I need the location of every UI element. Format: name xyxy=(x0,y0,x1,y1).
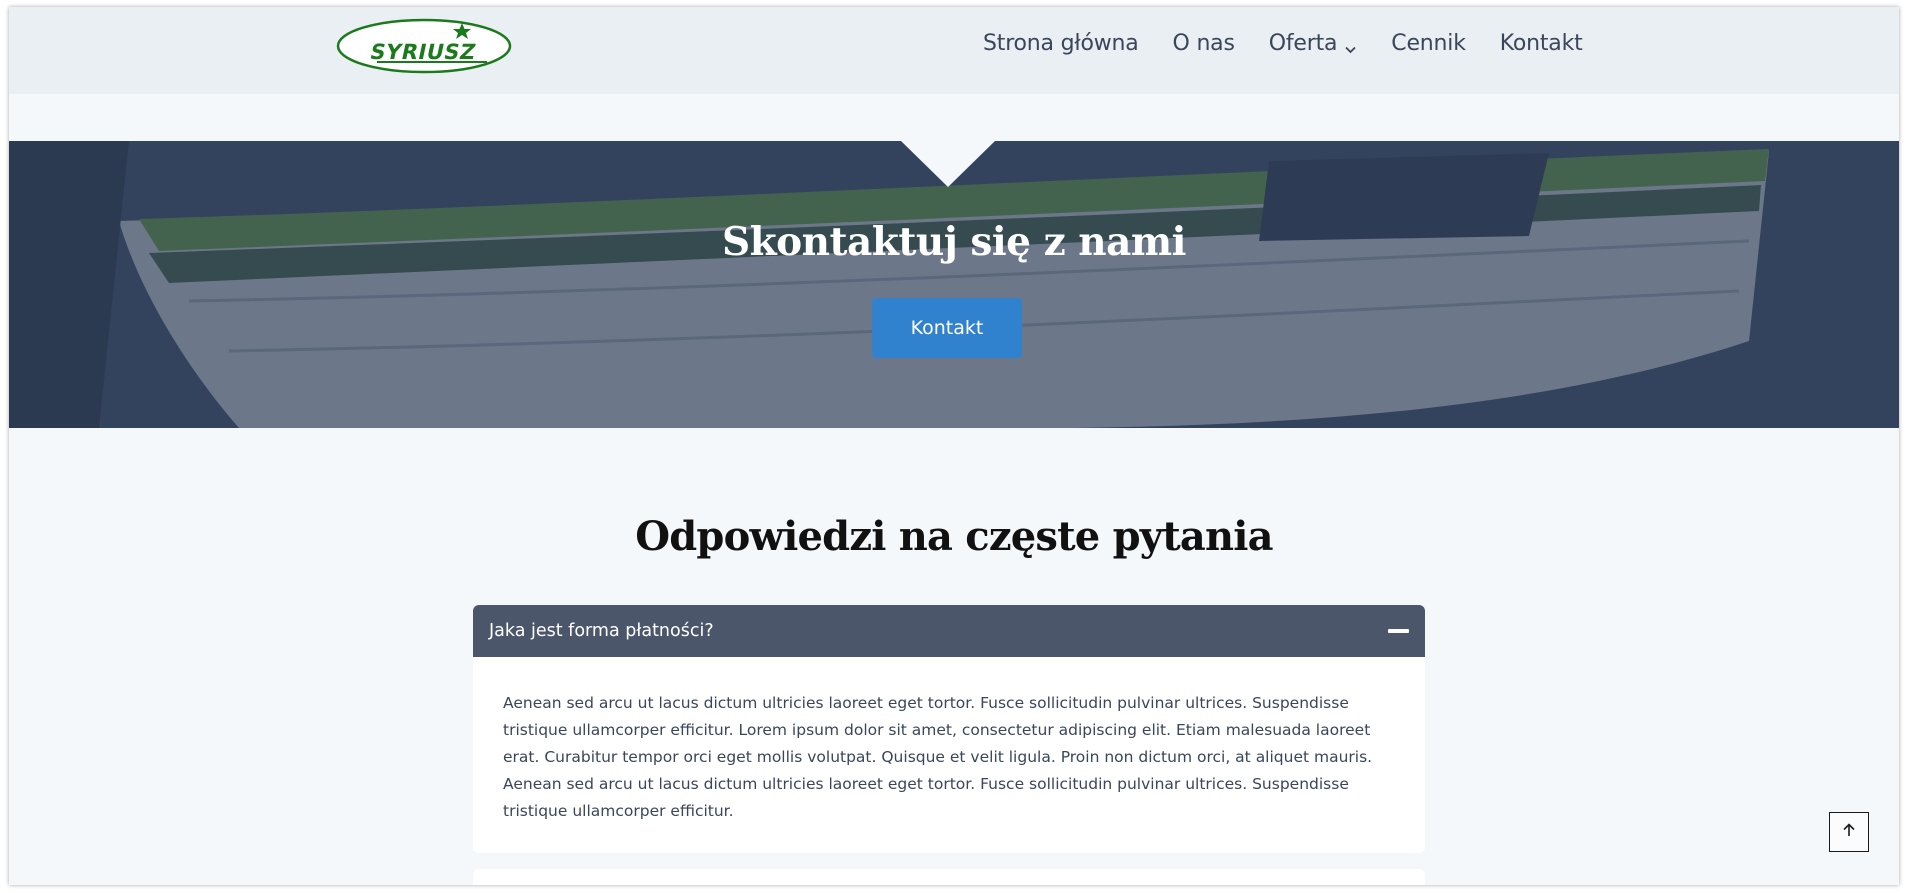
main-nav: Strona główna O nas Oferta Cennik Kontak… xyxy=(983,31,1583,56)
arrow-up-icon xyxy=(1841,822,1857,842)
chevron-down-icon xyxy=(1344,37,1357,54)
faq-accordion: Jaka jest forma płatności? Aenean sed ar… xyxy=(473,605,1425,853)
nav-item-home[interactable]: Strona główna xyxy=(983,31,1139,56)
nav-item-pricing[interactable]: Cennik xyxy=(1391,31,1466,56)
faq-title: Odpowiedzi na częste pytania xyxy=(635,513,1273,560)
nav-label: O nas xyxy=(1172,31,1235,56)
hero-title: Skontaktuj się z nami xyxy=(721,219,1187,265)
faq-item-next[interactable] xyxy=(473,869,1425,885)
minus-icon xyxy=(1388,629,1409,633)
site-logo[interactable]: SYRIUSZ xyxy=(335,17,513,75)
page: SYRIUSZ Strona główna O nas Oferta Cenni… xyxy=(9,7,1899,885)
scroll-to-top-button[interactable] xyxy=(1829,812,1869,852)
nav-item-about[interactable]: O nas xyxy=(1173,31,1235,56)
contact-hero: Skontaktuj się z nami Kontakt xyxy=(9,141,1899,428)
nav-item-contact[interactable]: Kontakt xyxy=(1500,31,1583,56)
nav-label: Strona główna xyxy=(983,31,1139,56)
faq-item-body: Aenean sed arcu ut lacus dictum ultricie… xyxy=(473,657,1425,853)
faq-item-header[interactable]: Jaka jest forma płatności? xyxy=(473,605,1425,657)
nav-label: Oferta xyxy=(1268,31,1338,56)
nav-item-offer[interactable]: Oferta xyxy=(1269,31,1358,56)
faq-question: Jaka jest forma płatności? xyxy=(489,621,714,641)
faq-answer: Aenean sed arcu ut lacus dictum ultricie… xyxy=(503,694,1373,820)
nav-label: Cennik xyxy=(1391,31,1466,56)
nav-label: Kontakt xyxy=(1499,31,1583,56)
contact-button[interactable]: Kontakt xyxy=(872,298,1022,358)
site-header: SYRIUSZ Strona główna O nas Oferta Cenni… xyxy=(9,7,1899,94)
section-divider-notch xyxy=(901,141,995,187)
